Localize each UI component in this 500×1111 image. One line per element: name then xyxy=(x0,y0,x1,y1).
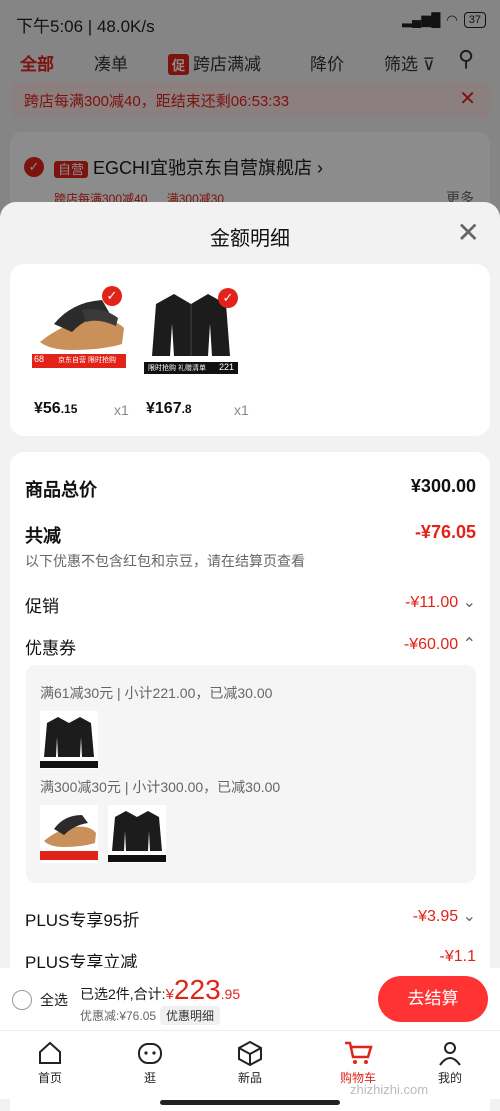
tab-label: 新品 xyxy=(237,1071,262,1085)
coupon-label: 优惠券 xyxy=(25,639,76,658)
badge-number: 221 xyxy=(218,362,234,372)
coupon-row-toggle[interactable]: -¥60.00 ⌃ xyxy=(404,634,476,654)
product-price: ¥56.15 xyxy=(34,400,77,418)
user-icon xyxy=(439,1042,461,1066)
product-qty: x1 xyxy=(114,402,129,418)
cardigan-thumb xyxy=(40,711,98,769)
plus95-label: PLUS专享95折 xyxy=(25,911,140,930)
price-dec: .15 xyxy=(60,402,78,416)
product-badge: 68 京东自营 限时抢购 xyxy=(32,354,126,368)
selected-check-icon: ✓ xyxy=(218,288,238,308)
badge-number: 68 xyxy=(34,354,45,364)
discount-summary: 优惠减:¥76.05 优惠明细 xyxy=(80,1006,221,1025)
total-value: ¥300.00 xyxy=(410,476,476,496)
price-int: ¥167 xyxy=(146,400,182,417)
chevron-down-icon: ⌄ xyxy=(462,908,476,925)
select-all-label[interactable]: 全选 xyxy=(40,990,68,1010)
home-icon xyxy=(39,1041,61,1064)
badge-text: 限时抢购 礼赠清单 xyxy=(148,365,206,372)
sandal-thumb xyxy=(40,805,98,863)
sheet-title: 金额明细 xyxy=(210,228,290,250)
price-int: ¥56 xyxy=(34,400,61,417)
coupon-value: -¥60.00 xyxy=(403,636,459,653)
plus95-row-toggle[interactable]: -¥3.95 ⌄ xyxy=(413,906,476,926)
reduce-note: 以下优惠不包含红包和京豆，请在结算页查看 xyxy=(25,553,305,569)
selected-check-icon: ✓ xyxy=(102,286,122,306)
tab-browse[interactable]: 逛 xyxy=(110,1037,190,1086)
total-label: 商品总价 xyxy=(25,480,97,500)
tab-label: 首页 xyxy=(37,1071,62,1085)
product-card: 68 京东自营 限时抢购 ✓ ¥56.15 x1 限时抢购 礼赠清单 221 ✓… xyxy=(10,264,490,436)
chevron-down-icon: ⌄ xyxy=(462,594,476,611)
promo-value: -¥11.00 xyxy=(405,594,459,611)
reduce-value: -¥76.05 xyxy=(414,522,476,542)
promo-row-toggle[interactable]: -¥11.00 ⌄ xyxy=(405,592,476,612)
box-icon xyxy=(238,1040,262,1067)
promo-label: 促销 xyxy=(25,597,59,616)
detail-chip[interactable]: 优惠明细 xyxy=(160,1006,221,1025)
coupon-detail-box: 满61减30元 | 小计221.00，已减30.00 满300减30元 | 小计… xyxy=(26,665,476,883)
tab-new[interactable]: 新品 xyxy=(210,1037,290,1086)
product-item[interactable]: 68 京东自营 限时抢购 ✓ ¥56.15 x1 xyxy=(32,284,129,418)
close-icon[interactable]: ✕ xyxy=(457,216,480,249)
cart-icon xyxy=(345,1041,373,1064)
product-item[interactable]: 限时抢购 礼赠清单 221 ✓ ¥167.8 x1 xyxy=(144,284,249,418)
checkout-button[interactable]: 去结算 xyxy=(378,976,488,1022)
tab-label: 逛 xyxy=(143,1071,156,1085)
face-icon xyxy=(138,1043,162,1064)
currency-symbol: ¥ xyxy=(165,986,174,1003)
home-indicator[interactable] xyxy=(160,1100,340,1105)
chevron-up-icon: ⌃ xyxy=(462,636,476,653)
coupon-line: 满300减30元 | 小计300.00，已减30.00 xyxy=(40,779,281,795)
product-badge: 限时抢购 礼赠清单 221 xyxy=(144,362,238,374)
discount-text: 优惠减:¥76.05 xyxy=(80,1009,157,1023)
checkout-bar: 全选 已选2件,合计:¥223.95 优惠减:¥76.05 优惠明细 去结算 xyxy=(0,968,500,1030)
select-all-checkbox[interactable] xyxy=(12,990,32,1010)
total-summary: 已选2件,合计:¥223.95 xyxy=(80,974,240,1006)
tab-home[interactable]: 首页 xyxy=(10,1037,90,1086)
watermark: zhizhizhi.com xyxy=(350,1082,429,1097)
tab-mine[interactable]: 我的 xyxy=(410,1037,490,1086)
tab-cart[interactable]: 购物车 xyxy=(318,1037,398,1086)
coupon-line: 满61减30元 | 小计221.00，已减30.00 xyxy=(40,685,273,701)
total-amount-dec: .95 xyxy=(220,986,241,1002)
total-amount-int: 223 xyxy=(173,974,221,1005)
cardigan-thumb xyxy=(108,805,166,863)
product-price: ¥167.8 xyxy=(146,400,192,418)
plus95-value: -¥3.95 xyxy=(412,908,459,925)
plus-reduce-value: -¥1.1 xyxy=(439,948,476,965)
selected-count: 已选2件,合计: xyxy=(80,986,166,1002)
reduce-label: 共减 xyxy=(25,526,61,546)
badge-text: 京东自营 限时抢购 xyxy=(58,357,116,364)
price-dec: .8 xyxy=(181,402,192,416)
product-qty: x1 xyxy=(234,402,249,418)
